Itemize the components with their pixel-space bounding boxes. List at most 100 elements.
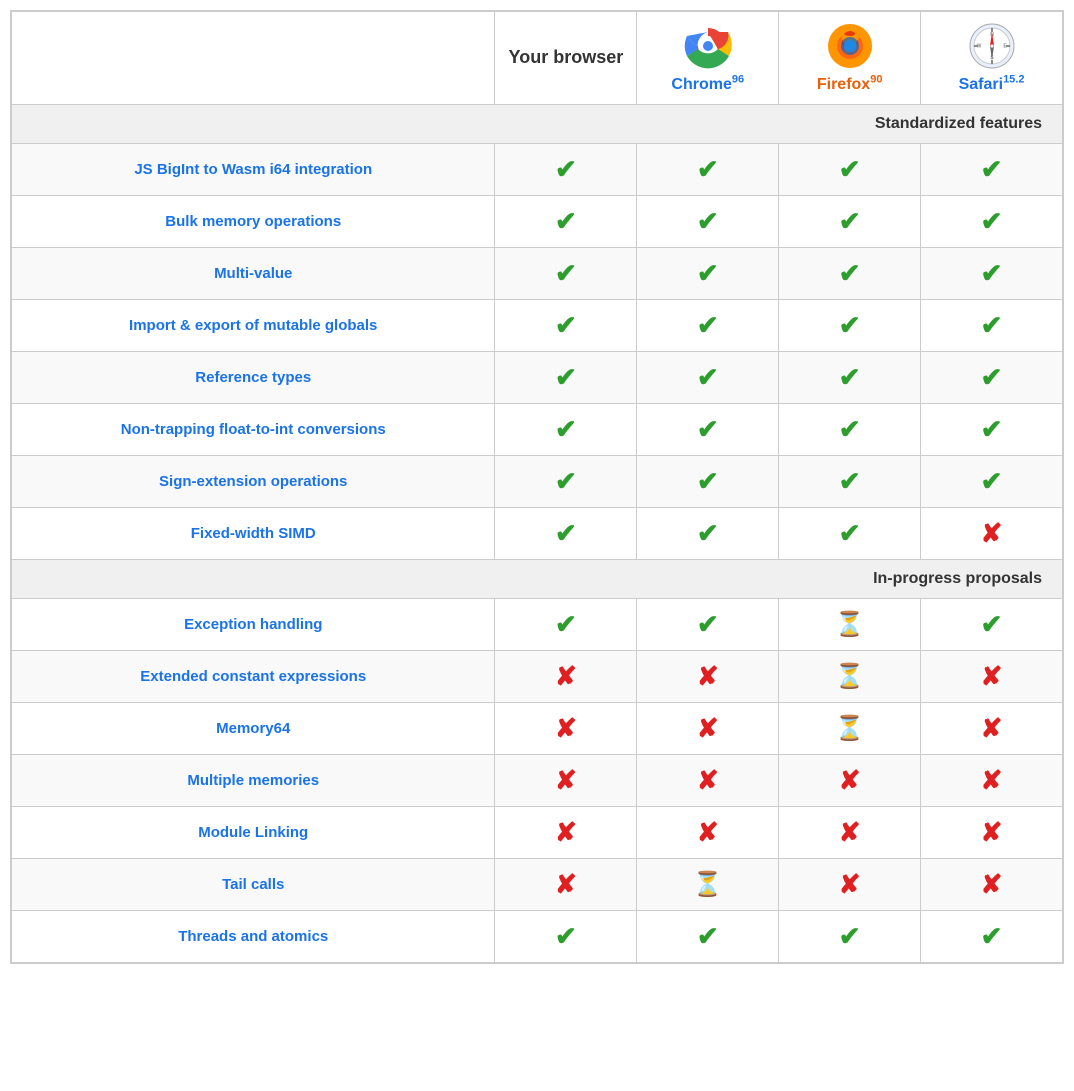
your-browser-cell: ✔ xyxy=(495,404,637,456)
feature-name: JS BigInt to Wasm i64 integration xyxy=(134,161,372,178)
feature-cell: Multiple memories xyxy=(12,755,495,807)
firefox-cell: ✔ xyxy=(779,300,921,352)
feature-cell: Sign-extension operations xyxy=(12,456,495,508)
your-browser-cell: ✘ xyxy=(495,703,637,755)
safari-cell: ✔ xyxy=(921,352,1063,404)
safari-icon: N S E W xyxy=(968,22,1016,70)
section-title: In-progress proposals xyxy=(12,560,1063,599)
feature-name: Import & export of mutable globals xyxy=(129,317,377,334)
safari-cell: ✘ xyxy=(921,703,1063,755)
feature-name: Fixed-width SIMD xyxy=(191,525,316,542)
firefox-cell: ⏳ xyxy=(779,599,921,651)
your-browser-header: Your browser xyxy=(495,12,637,105)
feature-cell: Non-trapping float-to-int conversions xyxy=(12,404,495,456)
feature-cell: Bulk memory operations xyxy=(12,196,495,248)
feature-name: Sign-extension operations xyxy=(159,473,347,490)
firefox-cell: ⏳ xyxy=(779,703,921,755)
table-row: Import & export of mutable globals ✔ ✔ ✔… xyxy=(12,300,1063,352)
firefox-header: Firefox90 xyxy=(779,12,921,105)
feature-name: Memory64 xyxy=(216,720,290,737)
firefox-name: Firefox90 xyxy=(817,76,883,93)
feature-cell: JS BigInt to Wasm i64 integration xyxy=(12,144,495,196)
chrome-cell: ⏳ xyxy=(637,859,779,911)
table-row: Non-trapping float-to-int conversions ✔ … xyxy=(12,404,1063,456)
your-browser-cell: ✔ xyxy=(495,599,637,651)
section-title: Standardized features xyxy=(12,105,1063,144)
svg-text:W: W xyxy=(976,44,981,50)
firefox-cell: ✔ xyxy=(779,508,921,560)
your-browser-cell: ✔ xyxy=(495,300,637,352)
feature-cell: Import & export of mutable globals xyxy=(12,300,495,352)
table-row: Bulk memory operations ✔ ✔ ✔ ✔ xyxy=(12,196,1063,248)
feature-cell: Memory64 xyxy=(12,703,495,755)
table-row: Multiple memories ✘ ✘ ✘ ✘ xyxy=(12,755,1063,807)
table-row: Reference types ✔ ✔ ✔ ✔ xyxy=(12,352,1063,404)
your-browser-cell: ✔ xyxy=(495,911,637,963)
safari-cell: ✔ xyxy=(921,144,1063,196)
firefox-version: 90 xyxy=(870,74,882,86)
table-row: Memory64 ✘ ✘ ⏳ ✘ xyxy=(12,703,1063,755)
your-browser-cell: ✔ xyxy=(495,248,637,300)
safari-cell: ✔ xyxy=(921,196,1063,248)
table-row: Fixed-width SIMD ✔ ✔ ✔ ✘ xyxy=(12,508,1063,560)
table-row: Exception handling ✔ ✔ ⏳ ✔ xyxy=(12,599,1063,651)
feature-cell: Tail calls xyxy=(12,859,495,911)
feature-cell: Module Linking xyxy=(12,807,495,859)
chrome-cell: ✘ xyxy=(637,755,779,807)
chrome-cell: ✔ xyxy=(637,248,779,300)
your-browser-cell: ✔ xyxy=(495,456,637,508)
firefox-cell: ✔ xyxy=(779,144,921,196)
safari-cell: ✔ xyxy=(921,911,1063,963)
firefox-cell: ✔ xyxy=(779,404,921,456)
safari-cell: ✔ xyxy=(921,456,1063,508)
table-header: Your browser xyxy=(12,12,1063,105)
feature-name: Multiple memories xyxy=(187,772,319,789)
feature-cell: Reference types xyxy=(12,352,495,404)
compatibility-table: Your browser xyxy=(10,10,1064,964)
chrome-icon xyxy=(684,22,732,70)
safari-cell: ✔ xyxy=(921,300,1063,352)
feature-name: Non-trapping float-to-int conversions xyxy=(121,421,386,438)
chrome-cell: ✔ xyxy=(637,196,779,248)
chrome-cell: ✔ xyxy=(637,456,779,508)
chrome-cell: ✔ xyxy=(637,599,779,651)
safari-cell: ✘ xyxy=(921,859,1063,911)
firefox-cell: ✔ xyxy=(779,456,921,508)
feature-column-header xyxy=(12,12,495,105)
your-browser-cell: ✘ xyxy=(495,755,637,807)
feature-cell: Fixed-width SIMD xyxy=(12,508,495,560)
table-row: Multi-value ✔ ✔ ✔ ✔ xyxy=(12,248,1063,300)
feature-name: Exception handling xyxy=(184,616,322,633)
safari-cell: ✘ xyxy=(921,755,1063,807)
feature-name: Module Linking xyxy=(198,824,308,841)
firefox-cell: ⏳ xyxy=(779,651,921,703)
safari-header: N S E W Safari15.2 xyxy=(921,12,1063,105)
feature-name: Tail calls xyxy=(222,876,284,893)
safari-cell: ✔ xyxy=(921,599,1063,651)
firefox-cell: ✘ xyxy=(779,755,921,807)
firefox-cell: ✔ xyxy=(779,911,921,963)
feature-name: Multi-value xyxy=(214,265,292,282)
safari-version: 15.2 xyxy=(1003,74,1024,86)
feature-cell: Multi-value xyxy=(12,248,495,300)
chrome-cell: ✔ xyxy=(637,404,779,456)
section-header-row: Standardized features xyxy=(12,105,1063,144)
safari-cell: ✔ xyxy=(921,404,1063,456)
your-browser-cell: ✘ xyxy=(495,807,637,859)
your-browser-cell: ✔ xyxy=(495,144,637,196)
your-browser-cell: ✔ xyxy=(495,196,637,248)
table-row: Threads and atomics ✔ ✔ ✔ ✔ xyxy=(12,911,1063,963)
feature-name: Bulk memory operations xyxy=(165,213,341,230)
table-row: Extended constant expressions ✘ ✘ ⏳ ✘ xyxy=(12,651,1063,703)
firefox-cell: ✔ xyxy=(779,248,921,300)
firefox-cell: ✔ xyxy=(779,352,921,404)
firefox-cell: ✘ xyxy=(779,807,921,859)
table-body: Standardized features JS BigInt to Wasm … xyxy=(12,105,1063,963)
chrome-cell: ✔ xyxy=(637,144,779,196)
feature-cell: Extended constant expressions xyxy=(12,651,495,703)
chrome-cell: ✔ xyxy=(637,508,779,560)
table-row: Sign-extension operations ✔ ✔ ✔ ✔ xyxy=(12,456,1063,508)
firefox-cell: ✘ xyxy=(779,859,921,911)
table-row: JS BigInt to Wasm i64 integration ✔ ✔ ✔ … xyxy=(12,144,1063,196)
chrome-cell: ✘ xyxy=(637,807,779,859)
